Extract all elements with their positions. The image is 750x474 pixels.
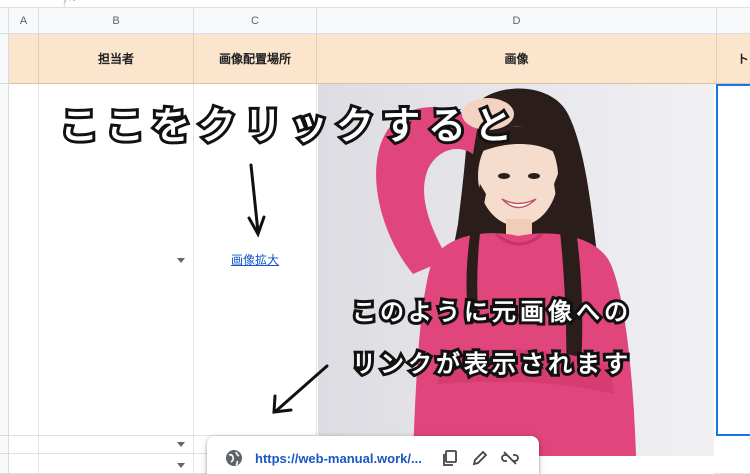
annotation-line-2: リンクが表示されます (349, 347, 632, 381)
link-url[interactable]: https://web-manual.work/... (255, 451, 433, 466)
globe-icon (225, 449, 243, 467)
copy-icon[interactable] (441, 449, 459, 467)
annotation-click-here: ここをクリックすると (57, 101, 521, 151)
annotation-line-1: このように元画像への (349, 295, 632, 329)
arrow-diagonal-icon (274, 364, 329, 413)
unlink-icon[interactable] (501, 449, 519, 467)
annotation-arrows (247, 163, 329, 414)
edit-icon[interactable] (471, 449, 489, 467)
link-preview-popup: https://web-manual.work/... (207, 436, 539, 474)
